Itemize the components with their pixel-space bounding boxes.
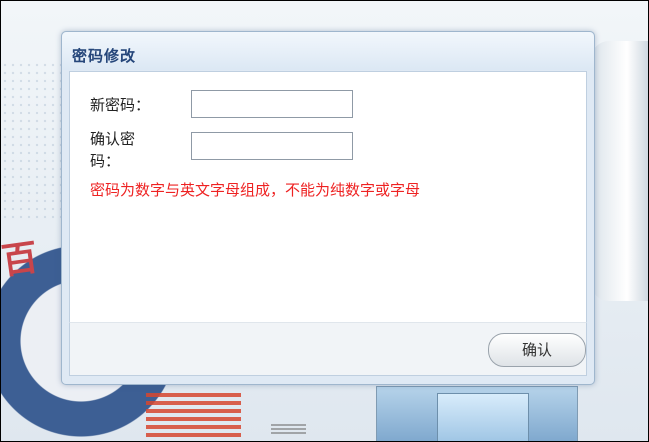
confirm-button[interactable]: 确认 (488, 333, 586, 367)
new-password-label: 新密码： (90, 96, 151, 114)
password-change-dialog: 密码修改 新密码： 确认密码： 密码为数字与英文字母组成，不能为纯数字或字母 确… (61, 31, 595, 385)
confirm-password-input[interactable] (191, 132, 353, 160)
dialog-content: 新密码： 确认密码： 密码为数字与英文字母组成，不能为纯数字或字母 (69, 71, 587, 322)
confirm-password-label: 确认密码： (90, 130, 136, 170)
background-stamp (146, 393, 241, 441)
password-rule-hint: 密码为数字与英文字母组成，不能为纯数字或字母 (90, 181, 421, 199)
new-password-input[interactable] (191, 90, 353, 118)
dialog-title: 密码修改 (72, 47, 137, 65)
dialog-titlebar[interactable]: 密码修改 (62, 32, 594, 70)
background-side-panel (591, 41, 648, 301)
dialog-footer: 确认 (69, 322, 587, 376)
background-stamp-small (271, 424, 306, 436)
laptop-icon (437, 393, 529, 441)
background-laptop-box (376, 386, 578, 441)
screen: 百 姓 密码修改 新密码： 确认密码： 密码为数字与英文字母组成，不能为纯数字或… (0, 0, 649, 442)
